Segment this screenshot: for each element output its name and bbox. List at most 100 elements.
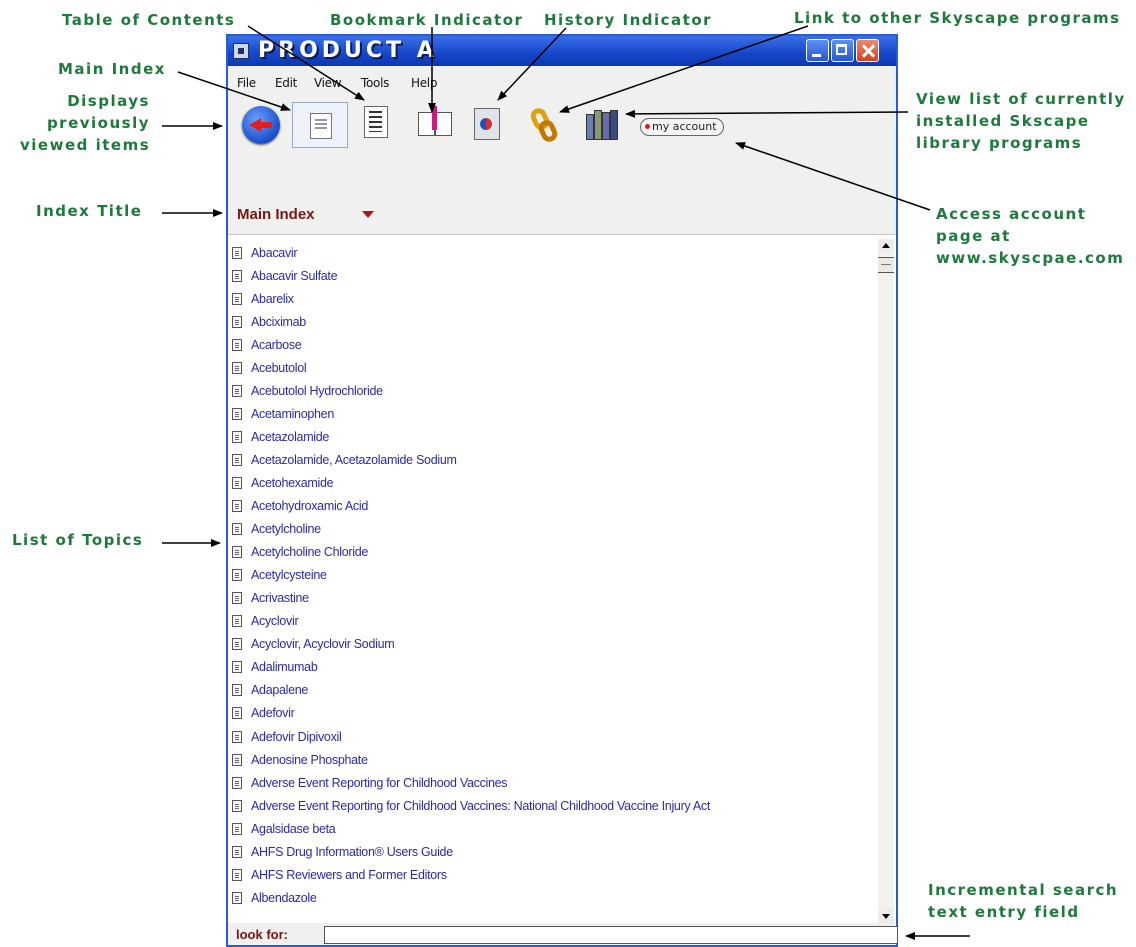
topic-link[interactable]: Adefovir Dipivoxil [251,730,342,744]
menu-edit[interactable]: Edit [275,76,297,90]
callout-line: viewed items [20,136,151,154]
main-index-icon[interactable] [364,106,388,138]
topic-link[interactable]: Albendazole [251,891,317,905]
scroll-down-button[interactable] [878,909,894,923]
document-icon [232,661,242,674]
document-icon [232,269,242,282]
list-item[interactable]: Acarbose [232,333,710,356]
search-input[interactable] [324,926,898,944]
back-arrow-icon[interactable] [242,106,280,144]
menu-tools[interactable]: Tools [361,76,389,90]
topic-link[interactable]: Adverse Event Reporting for Childhood Va… [251,799,710,813]
list-item[interactable]: AHFS Drug Information® Users Guide [232,840,710,863]
document-icon [232,292,242,305]
topic-link[interactable]: Acebutolol Hydrochloride [251,384,383,398]
list-item[interactable]: Acebutolol Hydrochloride [232,379,710,402]
list-item[interactable]: AHFS Reviewers and Former Editors [232,863,710,886]
list-item[interactable]: Acebutolol [232,356,710,379]
callout-line: library programs [916,134,1083,152]
link-icon[interactable] [528,105,562,146]
topic-link[interactable]: Acebutolol [251,361,307,375]
list-item[interactable]: Acetazolamide, Acetazolamide Sodium [232,448,710,471]
chevron-down-icon[interactable] [362,211,374,218]
topic-link[interactable]: Acyclovir [251,614,299,628]
callout-incremental-search: Incremental search text entry field [928,879,1118,923]
app-icon[interactable] [233,43,249,59]
list-item[interactable]: Adefovir Dipivoxil [232,725,710,748]
vertical-scrollbar[interactable] [878,239,894,923]
list-item[interactable]: Adenosine Phosphate [232,748,710,771]
list-item[interactable]: Albendazole [232,886,710,909]
maximize-button[interactable] [831,39,854,62]
list-item[interactable]: Abarelix [232,287,710,310]
list-item[interactable]: Acetohydroxamic Acid [232,495,710,518]
document-icon [232,730,242,743]
topic-link[interactable]: Acetylcysteine [251,568,327,582]
callout-displays-previous: Displays previously viewed items [20,90,150,156]
topic-link[interactable]: Adefovir [251,706,295,720]
scroll-up-button[interactable] [878,239,894,253]
topic-link[interactable]: AHFS Drug Information® Users Guide [251,845,453,859]
list-item[interactable]: Adverse Event Reporting for Childhood Va… [232,771,710,794]
list-item[interactable]: Adefovir [232,702,710,725]
list-item[interactable]: Agalsidase beta [232,817,710,840]
list-item[interactable]: Acyclovir [232,610,710,633]
topic-link[interactable]: Acetohexamide [251,476,334,490]
document-icon [232,638,242,651]
document-icon [232,684,242,697]
topic-link[interactable]: Adalimumab [251,660,318,674]
list-item[interactable]: Acyclovir, Acyclovir Sodium [232,633,710,656]
topic-link[interactable]: Abciximab [251,315,306,329]
topic-link[interactable]: Adenosine Phosphate [251,753,368,767]
topic-link[interactable]: Acetylcholine Chloride [251,545,368,559]
topic-link[interactable]: Acetylcholine [251,522,321,536]
list-item[interactable]: Adapalene [232,679,710,702]
scroll-thumb[interactable] [878,257,894,273]
topic-link[interactable]: Acetazolamide, Acetazolamide Sodium [251,453,457,467]
topic-link[interactable]: Acarbose [251,338,302,352]
bookmark-icon[interactable] [418,106,452,136]
topic-link[interactable]: AHFS Reviewers and Former Editors [251,868,447,882]
topic-link[interactable]: Acyclovir, Acyclovir Sodium [251,637,395,651]
topic-link[interactable]: Adapalene [251,683,308,697]
list-item[interactable]: Abacavir Sulfate [232,264,710,287]
list-item[interactable]: Acrivastine [232,587,710,610]
list-item[interactable]: Acetaminophen [232,402,710,425]
document-icon [232,707,242,720]
list-item[interactable]: Abacavir [232,241,710,264]
list-item[interactable]: Acetazolamide [232,425,710,448]
document-icon [232,361,242,374]
list-item[interactable]: Acetylcholine Chloride [232,541,710,564]
topic-link[interactable]: Acetohydroxamic Acid [251,499,368,513]
document-icon [232,868,242,881]
library-icon[interactable] [586,110,620,140]
topic-link[interactable]: Abacavir Sulfate [251,269,338,283]
list-item[interactable]: Acetylcholine [232,518,710,541]
topic-link[interactable]: Acrivastine [251,591,309,605]
topic-link[interactable]: Agalsidase beta [251,822,336,836]
minimize-button[interactable] [806,39,829,62]
topic-link[interactable]: Adverse Event Reporting for Childhood Va… [251,776,508,790]
menu-file[interactable]: File [237,76,256,90]
list-item[interactable]: Adverse Event Reporting for Childhood Va… [232,794,710,817]
topic-link[interactable]: Acetaminophen [251,407,334,421]
callout-line: View list of currently [916,90,1126,108]
title-bar[interactable]: PRODUCT A [228,36,896,66]
list-item[interactable]: Acetohexamide [232,471,710,494]
table-of-contents-icon[interactable] [292,102,348,148]
list-item[interactable]: Adalimumab [232,656,710,679]
document-icon [232,845,242,858]
index-title: Main Index [237,206,315,223]
history-icon[interactable] [474,108,500,140]
callout-table-of-contents: Table of Contents [62,11,236,29]
list-item[interactable]: Acetylcysteine [232,564,710,587]
topic-link[interactable]: Acetazolamide [251,430,329,444]
search-row: look for: [228,924,898,946]
topic-link[interactable]: Abarelix [251,292,294,306]
topic-link[interactable]: Abacavir [251,246,298,260]
my-account-button[interactable]: my account [640,118,724,136]
menu-view[interactable]: View [314,76,342,90]
close-button[interactable] [856,39,879,62]
menu-help[interactable]: Help [411,76,437,90]
list-item[interactable]: Abciximab [232,310,710,333]
